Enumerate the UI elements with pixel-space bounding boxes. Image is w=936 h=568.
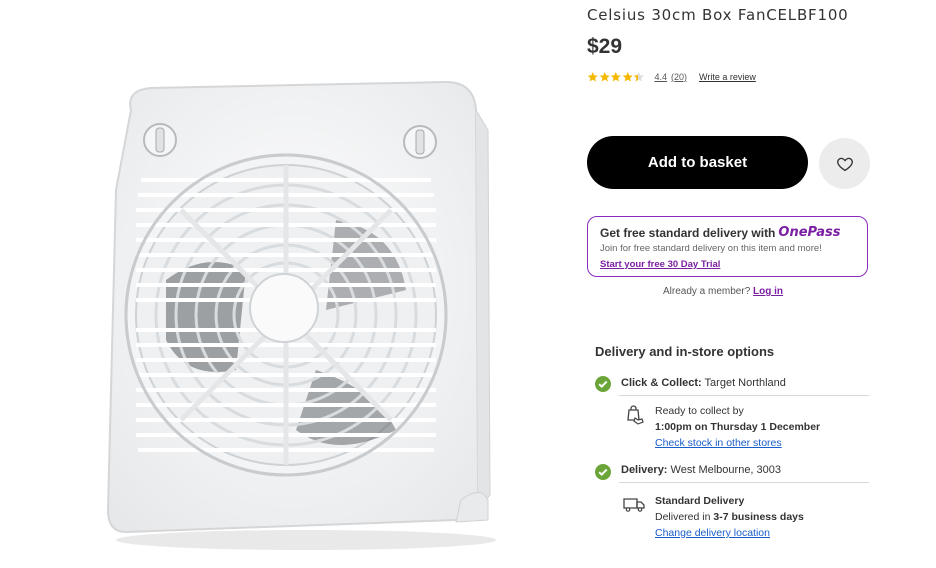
onepass-subtext: Join for free standard delivery on this …: [600, 243, 822, 254]
add-to-basket-button[interactable]: Add to basket: [587, 136, 808, 189]
click-collect-store: Target Northland: [704, 377, 786, 389]
onepass-heading-text: Get free standard delivery with: [600, 225, 776, 240]
delivery-details: Standard Delivery Delivered in 3-7 busin…: [655, 493, 804, 541]
star-icon: [610, 71, 621, 82]
onepass-heading: Get free standard delivery with OnePass: [600, 225, 867, 240]
delivery-location: West Melbourne, 3003: [670, 464, 782, 476]
delivery-heading: Delivery and in-store options: [595, 344, 775, 359]
delivery-method: Standard Delivery: [655, 495, 745, 507]
rating-row: 4.4 (20) Write a review: [587, 71, 756, 83]
member-text: Already a member?: [663, 286, 751, 297]
click-collect-row: Click & Collect: Target Northland: [621, 377, 786, 389]
onepass-banner: Get free standard delivery with OnePass …: [587, 216, 868, 277]
star-icon: [599, 71, 610, 82]
divider: [619, 395, 869, 396]
bag-hand-icon: [627, 405, 644, 425]
collect-time: 1:00pm on Thursday 1 December: [655, 421, 821, 433]
star-half-icon: [633, 71, 644, 82]
check-circle-icon: [595, 464, 611, 480]
member-login-row: Already a member? Log in: [663, 286, 783, 297]
heart-icon: [836, 157, 853, 171]
check-circle-icon: [595, 376, 611, 392]
product-title: Celsius 30cm Box FanCELBF100: [587, 6, 849, 24]
click-collect-details: Ready to collect by 1:00pm on Thursday 1…: [655, 403, 820, 451]
rating-count[interactable]: (20): [671, 72, 687, 82]
rating-score[interactable]: 4.4: [655, 72, 668, 82]
ready-line: Ready to collect by: [655, 405, 744, 417]
delivery-eta-value: 3-7 business days: [713, 511, 804, 523]
onepass-trial-link[interactable]: Start your free 30 Day Trial: [600, 259, 720, 270]
star-icon: [622, 71, 633, 82]
wishlist-button[interactable]: [819, 138, 870, 189]
rating-stars: [587, 71, 645, 83]
check-stock-link[interactable]: Check stock in other stores: [655, 435, 820, 451]
divider: [619, 482, 869, 483]
onepass-logo: OnePass: [778, 225, 841, 240]
product-price: $29: [587, 35, 623, 58]
product-image: [106, 80, 496, 550]
change-location-link[interactable]: Change delivery location: [655, 525, 804, 541]
delivery-row: Delivery: West Melbourne, 3003: [621, 464, 781, 476]
write-review-link[interactable]: Write a review: [699, 72, 756, 82]
delivery-eta-prefix: Delivered in: [655, 511, 711, 523]
delivery-label: Delivery:: [621, 464, 668, 476]
star-icon: [587, 71, 598, 82]
delivery-eta: Delivered in 3-7 business days: [655, 509, 804, 525]
truck-icon: [623, 498, 645, 512]
login-link[interactable]: Log in: [753, 286, 783, 297]
click-collect-label: Click & Collect:: [621, 377, 702, 389]
